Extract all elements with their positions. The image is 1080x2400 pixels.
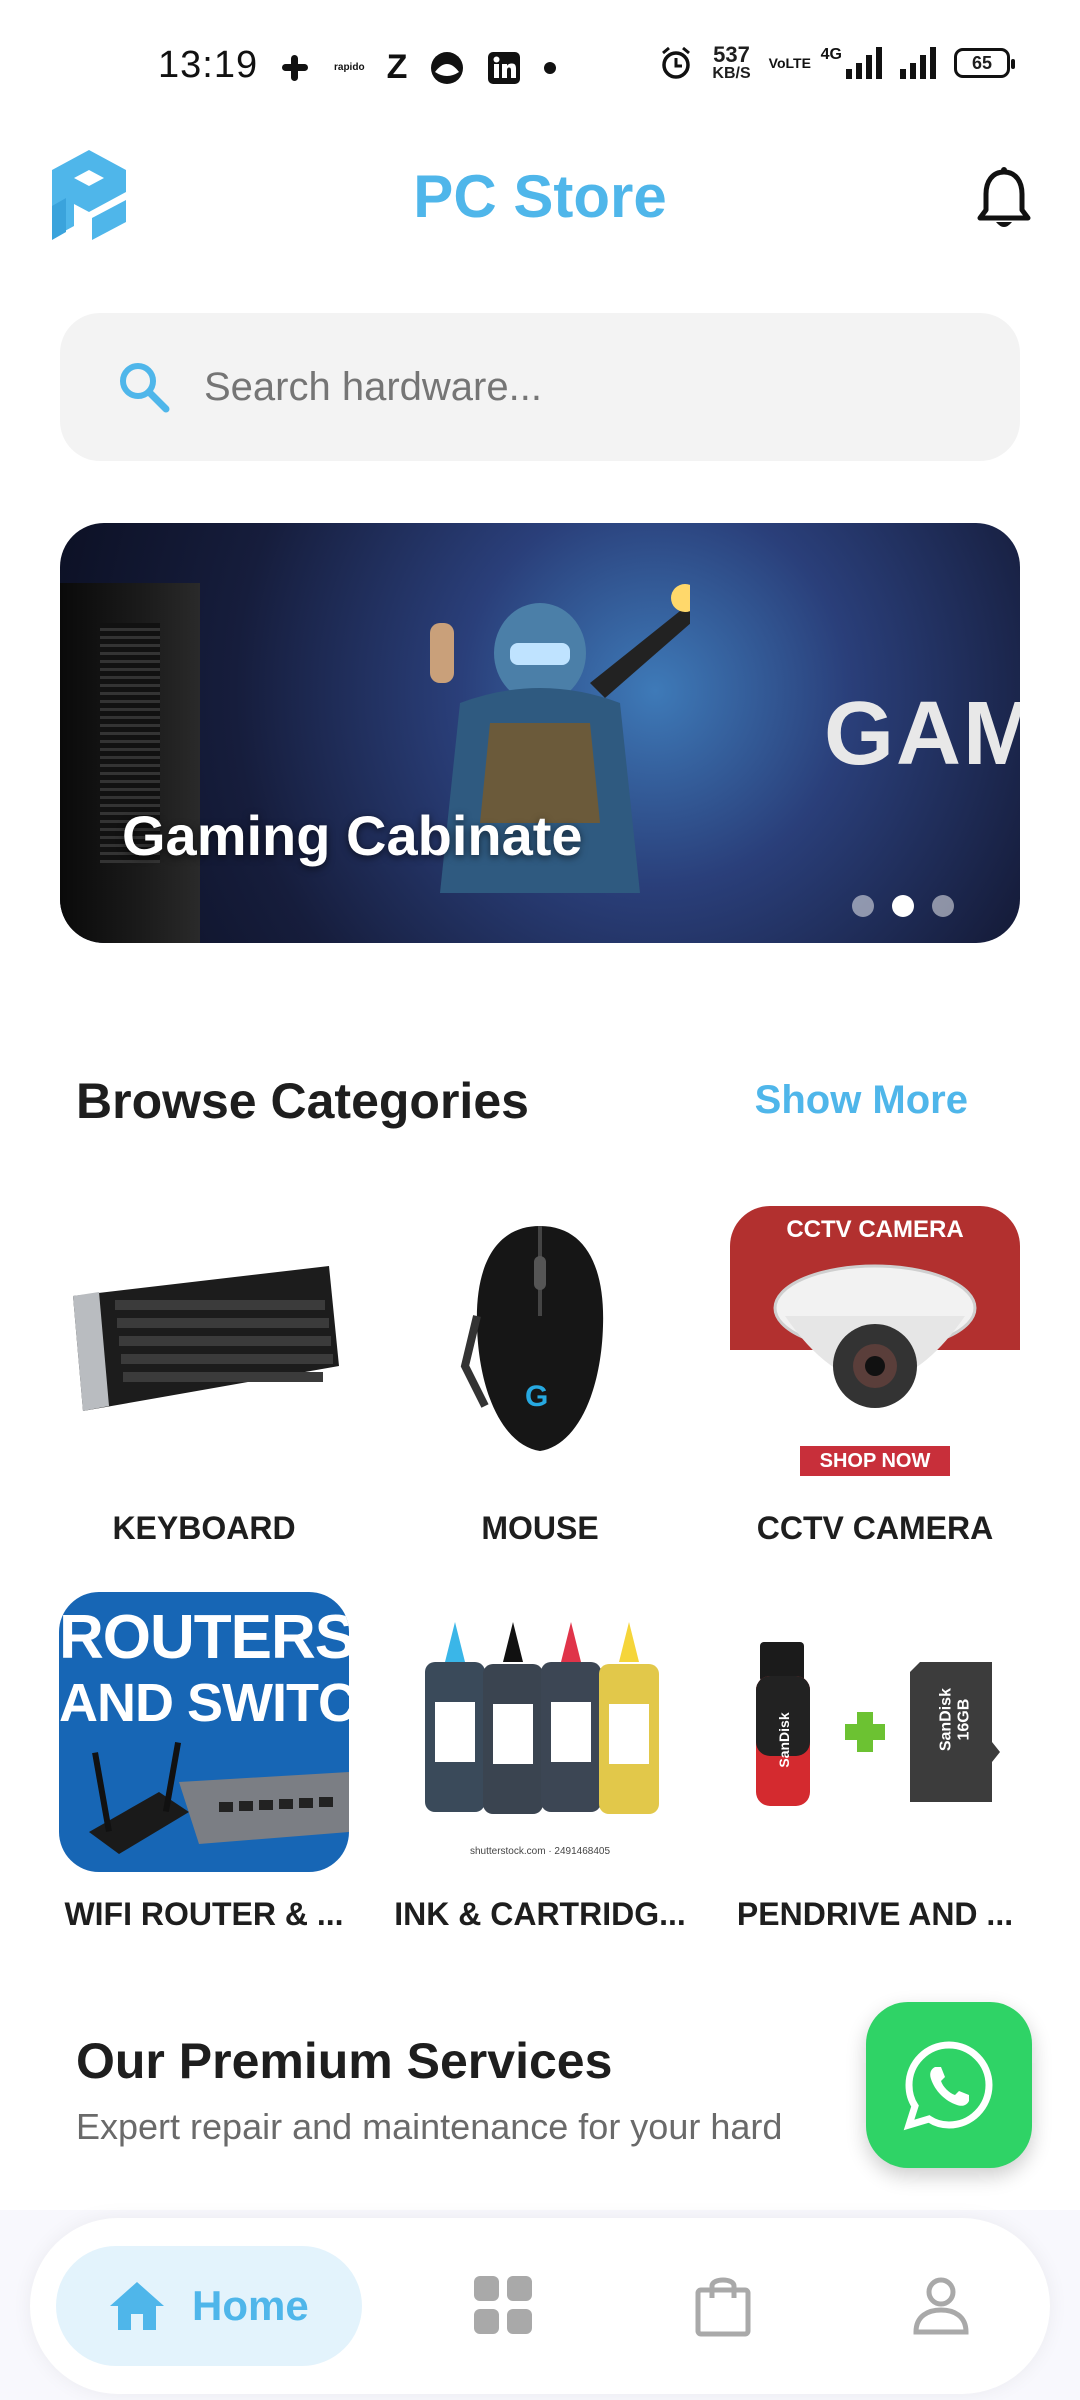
router-image-line1: ROUTERS [59,1603,349,1672]
sd-card-text: SanDisk 16GB [937,1675,972,1765]
premium-services-subtitle: Expert repair and maintenance for your h… [76,2106,783,2147]
nav-home[interactable]: Home [56,2246,362,2366]
network-type: 4G [820,46,842,63]
net-speed-unit: KB/S [712,65,751,82]
pager-dot[interactable] [852,895,874,917]
search-bar[interactable] [60,313,1020,461]
banner-title: Gaming Cabinate [122,804,583,867]
mouse-image: G [395,1206,685,1486]
app-header: PC Store [0,140,1080,270]
alarm-icon [662,46,691,79]
whatsapp-icon [903,2041,993,2131]
status-time: 13:19 [158,44,259,86]
net-speed-value: 537 [713,42,750,67]
status-notification-icons: rapido Z [278,48,557,87]
net-speed: 537 KB/S [712,44,750,82]
category-ink-cartridge[interactable]: shutterstock.com · 2491468405 INK & CART… [390,1592,690,1933]
pendrive-image: SanDisk SanDisk 16GB [730,1592,1020,1872]
ink-image-caption: shutterstock.com · 2491468405 [469,1846,611,1857]
whatsapp-button[interactable] [866,2002,1032,2168]
bottom-nav: Home [30,2218,1050,2394]
home-icon [110,2282,164,2330]
router-image: ROUTERS AND SWITCHE [59,1592,349,1872]
shop-now-badge: SHOP NOW [800,1446,950,1476]
bell-icon[interactable] [976,166,1032,232]
category-wifi-router[interactable]: ROUTERS AND SWITCHE WIFI ROUTER & ... [54,1592,354,1933]
show-more-link[interactable]: Show More [755,1078,968,1123]
premium-services-title: Our Premium Services [76,2033,613,2089]
signal-icon-2 [900,47,936,79]
pager-dot[interactable] [932,895,954,917]
svg-text:G: G [525,1380,548,1413]
zomato-icon: Z [386,48,408,86]
promo-banner[interactable]: GAM Gaming Cabinate [60,523,1020,943]
app-title: PC Store [413,163,667,230]
cctv-image: CCTV CAMERA SHOP NOW [730,1206,1020,1486]
category-cctv[interactable]: CCTV CAMERA SHOP NOW CCTV CAMERA [725,1206,1025,1547]
sd-card-brand: SanDisk [937,1688,955,1752]
sd-card-capacity: 16GB [955,1698,972,1741]
cctv-image-title: CCTV CAMERA [786,1216,964,1243]
search-icon [120,363,170,413]
slack-icon [282,54,308,81]
battery-level: 65 [971,52,993,73]
category-label: WIFI ROUTER & ... [64,1896,344,1932]
nav-home-label: Home [192,2282,309,2329]
pager-dot-active[interactable] [892,895,914,917]
category-pendrive[interactable]: SanDisk SanDisk 16GB PENDRIVE AND ... [725,1592,1025,1933]
search-input[interactable] [204,364,964,410]
category-mouse[interactable]: G MOUSE [390,1206,690,1547]
category-label: MOUSE [481,1510,599,1546]
bag-icon[interactable] [690,2272,756,2338]
categories-icon[interactable] [470,2272,536,2338]
signal-icon-1 [846,47,882,79]
category-label: KEYBOARD [112,1510,296,1546]
battery-icon: 65 [954,48,1015,78]
category-label: CCTV CAMERA [756,1510,994,1546]
volte-icon: VoLTE [768,55,811,71]
banner-pager [852,895,954,917]
banner-side-text: GAM [824,684,1020,784]
status-system-icons: 537 KB/S VoLTE 4G 65 [658,44,1015,82]
category-label: INK & CARTRIDG... [394,1896,686,1932]
router-image-line2: AND SWITCHE [59,1673,349,1733]
category-label: PENDRIVE AND ... [736,1896,1014,1932]
categories-title: Browse Categories [76,1073,529,1129]
pendrive-brand-text: SanDisk [776,1712,792,1768]
dot-icon [544,61,557,74]
keyboard-image [59,1206,349,1486]
rapido-icon: rapido [334,62,365,73]
linkedin-icon [488,51,521,84]
ink-image: shutterstock.com · 2491468405 [395,1592,685,1872]
profile-icon[interactable] [908,2272,974,2338]
browser-icon [431,51,464,84]
category-keyboard[interactable]: KEYBOARD [54,1206,354,1547]
banner-cabinet-image [60,583,200,943]
status-bar: 13:19 rapido Z 537 KB/S VoLTE 4G 65 [0,0,1080,140]
